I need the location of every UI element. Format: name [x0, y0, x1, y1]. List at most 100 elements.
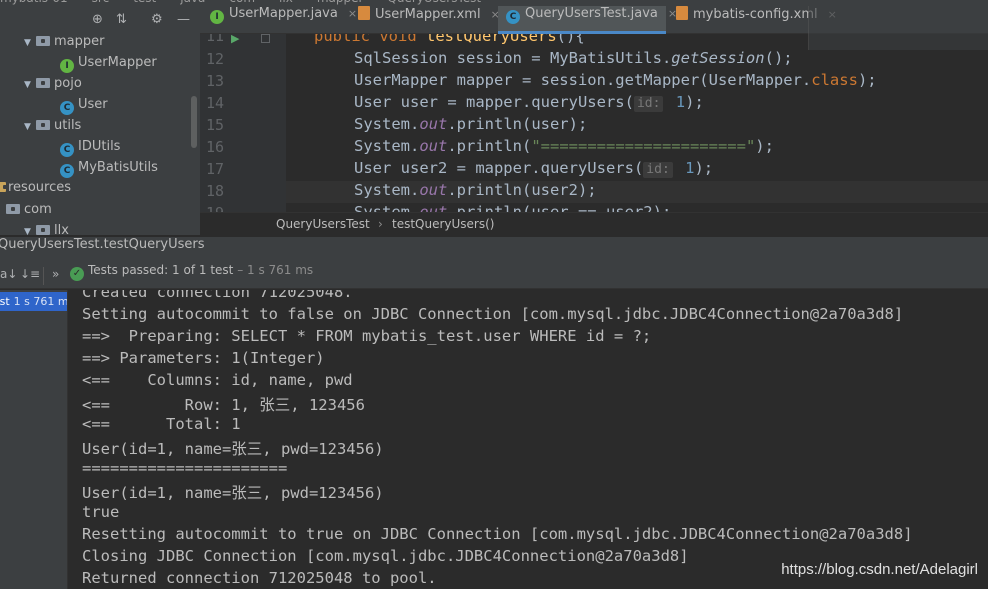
sort-duration-icon[interactable]: ↓≡ — [20, 267, 40, 281]
run-toolbar: a↓ ↓≡ » ✓ Tests passed: 1 of 1 test – 1 s… — [0, 263, 988, 289]
tree-item-label: User — [78, 97, 108, 112]
console-line: ==> Preparing: SELECT * FROM mybatis_tes… — [82, 327, 652, 345]
package-folder-icon — [36, 120, 50, 130]
tab-usermapper-xml[interactable]: UserMapper.xml × — [350, 6, 500, 34]
code-line-13: UserMapper mapper = session.getMapper(Us… — [354, 71, 877, 89]
test-result-item[interactable]: Test1 s 761 ms — [0, 292, 67, 311]
class-icon: C — [506, 10, 520, 24]
check-icon: ✓ — [70, 267, 84, 281]
line-number: 13 — [205, 72, 224, 90]
run-test-icon[interactable]: ▶ — [231, 34, 239, 45]
xml-file-icon — [676, 6, 688, 20]
breadcrumb-separator: › — [378, 217, 383, 231]
interface-icon: I — [210, 10, 224, 24]
line-number: 11 — [205, 34, 224, 45]
breadcrumb-class[interactable]: QueryUsersTest — [276, 213, 370, 235]
tree-item-idutils[interactable]: C IDUtils — [60, 139, 120, 160]
breadcrumb-method[interactable]: testQueryUsers() — [392, 213, 494, 235]
package-folder-icon — [36, 36, 50, 46]
line-number: 12 — [205, 50, 224, 68]
breadcrumb-item[interactable]: com — [229, 0, 255, 5]
console-line: ==> Parameters: 1(Integer) — [82, 349, 325, 367]
console-line: ====================== — [82, 459, 288, 477]
line-number: 14 — [205, 94, 224, 112]
project-scrollbar[interactable] — [191, 96, 197, 148]
tree-item-usermapper[interactable]: I UserMapper — [60, 55, 157, 76]
console-line: User(id=1, name=张三, pwd=123456) — [82, 484, 384, 502]
breadcrumb-item[interactable]: java — [180, 0, 205, 5]
tree-item-label: com — [24, 202, 52, 217]
editor-breadcrumb: QueryUsersTest › testQueryUsers() — [200, 212, 988, 235]
run-tab-title[interactable]: QueryUsersTest.testQueryUsers — [0, 237, 205, 252]
resources-folder-icon — [0, 182, 7, 192]
class-icon: C — [60, 164, 74, 178]
xml-file-icon — [358, 6, 370, 20]
breadcrumb-items: mybatis-01 src test java com llx mapper QueryUs… — [0, 0, 505, 5]
code-line-16: System.out.println("====================… — [354, 137, 774, 155]
code-line-11: public void testQueryUsers(){ — [314, 34, 585, 45]
class-icon: C — [60, 143, 74, 157]
console-line: <== Total: 1 — [82, 415, 241, 433]
tree-item-mapper[interactable]: ▼ mapper — [24, 34, 104, 55]
tree-item-resources[interactable]: resources — [0, 180, 71, 201]
gear-icon[interactable]: ⚙ — [151, 12, 163, 27]
tree-item-mybatisutils[interactable]: C MyBatisUtils — [60, 160, 158, 181]
console-line: User(id=1, name=张三, pwd=123456) — [82, 440, 384, 458]
breadcrumb-item[interactable]: test — [133, 0, 156, 5]
locate-icon[interactable]: ⊕ — [92, 12, 103, 27]
package-folder-icon — [6, 204, 20, 214]
interface-icon: I — [60, 59, 74, 73]
code-line-19: System.out.println(user == user2); — [354, 203, 672, 212]
tree-item-label: UserMapper — [78, 55, 157, 70]
tab-overflow-popup — [808, 6, 988, 50]
expand-arrow-icon[interactable]: ▼ — [24, 80, 36, 90]
tree-item-label: IDUtils — [78, 139, 121, 154]
hide-icon[interactable]: — — [177, 12, 190, 27]
tree-item-utils[interactable]: ▼ utils — [24, 118, 81, 139]
tab-mybatis-config-xml[interactable]: mybatis-config.xml× — [668, 6, 837, 34]
watermark: https://blog.csdn.net/Adelagirl — [781, 561, 978, 578]
breadcrumb-item[interactable]: llx — [279, 0, 293, 5]
tree-item-label: utils — [54, 118, 82, 133]
package-folder-icon — [36, 225, 50, 235]
expand-arrow-icon[interactable]: ▼ — [24, 38, 36, 48]
project-toolbar: ⊕ ⇅ ⚙ — — [0, 6, 200, 33]
code-line-14: User user = mapper.queryUsers(id: 1); — [354, 93, 704, 112]
code-editor[interactable]: public void testQueryUsers(){ SqlSession… — [286, 34, 988, 212]
breadcrumb-item[interactable]: src — [92, 0, 110, 5]
collapse-all-icon[interactable]: ⇅ — [116, 12, 127, 27]
editor-gutter: 11 ▶ 12 13 14 15 16 17 18 19 — [200, 34, 286, 212]
console-line: <== Row: 1, 张三, 123456 — [82, 396, 365, 414]
console-line: Created connection 712025048. — [82, 290, 353, 301]
breadcrumb-item[interactable]: mybatis-01 — [0, 0, 68, 5]
tree-item-pojo[interactable]: ▼ pojo — [24, 76, 82, 97]
tree-item-user[interactable]: C User — [60, 97, 108, 118]
toolbar-separator — [43, 267, 44, 285]
tree-item-label: pojo — [54, 76, 82, 91]
console-line: <== Columns: id, name, pwd — [82, 371, 353, 389]
line-number: 19 — [200, 204, 224, 212]
test-results-tree: Test1 s 761 ms — [0, 290, 68, 589]
code-line-15: System.out.println(user); — [354, 115, 588, 133]
more-icon[interactable]: » — [52, 267, 59, 281]
code-line-18: System.out.println(user2); — [354, 181, 597, 199]
tree-item-label: resources — [8, 180, 72, 195]
project-tool-window: ⊕ ⇅ ⚙ — ▼ mapper I UserMapper ▼ pojo C User ▼ uti… — [0, 6, 200, 238]
console-output[interactable]: Created connection 712025048. Setting aut… — [68, 290, 988, 589]
line-number: 15 — [205, 116, 224, 134]
line-number: 16 — [205, 138, 224, 156]
parameter-hint: id: — [633, 96, 664, 112]
breadcrumb-item[interactable]: mapper — [317, 0, 364, 5]
breadcrumb-item[interactable]: QueryUsersTest — [387, 0, 481, 5]
package-folder-icon — [36, 78, 50, 88]
console-line: Closing JDBC Connection [com.mysql.jdbc.… — [82, 547, 689, 565]
parameter-hint: id: — [643, 162, 673, 178]
class-icon: C — [60, 101, 74, 115]
tree-item-com[interactable]: com — [6, 202, 52, 223]
sort-alpha-icon[interactable]: a↓ — [0, 267, 17, 281]
expand-arrow-icon[interactable]: ▼ — [24, 122, 36, 132]
tab-queryuserstest-java[interactable]: C QueryUsersTest.java × — [498, 6, 677, 34]
tab-usermapper-java[interactable]: I UserMapper.java × — [202, 6, 357, 34]
console-line: Setting autocommit to false on JDBC Conn… — [82, 305, 904, 323]
fold-icon[interactable] — [261, 34, 270, 43]
